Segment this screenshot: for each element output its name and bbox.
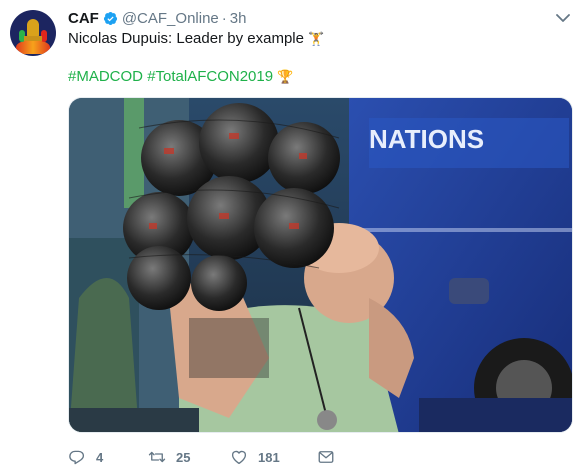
heart-icon	[231, 450, 247, 465]
retweet-button[interactable]: 25	[148, 446, 230, 468]
reply-icon	[69, 450, 85, 465]
retweet-icon	[148, 451, 166, 463]
verified-badge-icon	[103, 11, 117, 25]
header-separator: ·	[221, 9, 227, 27]
tweet-header: CAF @CAF_Online · 3h	[68, 8, 246, 28]
retweet-count: 25	[176, 449, 191, 465]
reply-button[interactable]: 4	[68, 446, 148, 468]
trophy-icon	[27, 19, 39, 37]
tweet-actions: 4 25 181	[68, 446, 345, 468]
tweet[interactable]: CAF @CAF_Online · 3h Nicolas Dupuis: Lea…	[0, 0, 583, 470]
tweet-photo[interactable]: NATIONS	[68, 97, 573, 433]
photo-illustration: NATIONS	[69, 98, 572, 432]
avatar-trophy-base	[24, 36, 42, 41]
tweet-timestamp[interactable]: 3h	[230, 10, 247, 27]
hashtag-link[interactable]: #MADCOD	[68, 68, 143, 85]
avatar[interactable]	[10, 10, 56, 56]
like-button[interactable]: 181	[230, 446, 317, 468]
trophy-emoji-icon: 🏆	[277, 69, 294, 84]
hashtag-link[interactable]: #TotalAFCON2019	[147, 68, 273, 85]
tweet-hashtags: #MADCOD #TotalAFCON2019 🏆	[68, 67, 293, 87]
tweet-text-body: Nicolas Dupuis: Leader by example	[68, 30, 304, 47]
direct-message-button[interactable]	[317, 446, 345, 468]
avatar-flame-shape	[16, 40, 50, 54]
reply-count: 4	[96, 449, 104, 465]
tweet-text: Nicolas Dupuis: Leader by example 🏋	[68, 29, 324, 49]
author-handle[interactable]: @CAF_Online	[122, 10, 219, 27]
weightlifter-emoji-icon: 🏋	[307, 31, 325, 46]
author-name[interactable]: CAF	[68, 10, 99, 27]
chevron-down-icon[interactable]	[556, 13, 570, 23]
envelope-icon	[318, 451, 334, 463]
banner-text: NATIONS	[369, 124, 484, 154]
like-count: 181	[258, 449, 280, 465]
